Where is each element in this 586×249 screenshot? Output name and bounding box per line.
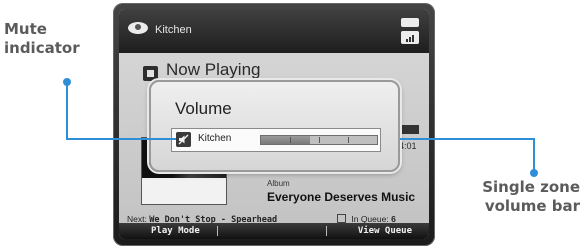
now-playing-title: Now Playing [166,60,261,79]
volume-tick [348,137,349,143]
album-label: Album [267,179,290,188]
callout-mute-indicator: Mute indicator [4,20,80,58]
softkey-bar: Play Mode View Queue [119,223,429,239]
volume-tick [290,137,291,143]
signal-icon [401,31,419,44]
battery-icon [401,18,419,27]
volume-popup: Volume Kitchen [149,80,400,172]
volume-title: Volume [175,99,232,118]
zone-speaker-icon [128,22,148,34]
time-elapsed: 4:01 [399,141,417,151]
now-playing-icon [143,66,158,81]
volume-zone-name: Kitchen [198,133,232,144]
mute-leader-horizontal [66,138,176,140]
title-bar: Kitchen [119,9,429,53]
volume-bar[interactable] [260,135,378,145]
callout-volume-line1: Single zone [482,178,580,196]
callout-volume-bar: Single zone volume bar [482,178,580,216]
softkey-separator [217,226,218,236]
view-queue-button[interactable]: View Queue [358,226,412,236]
volume-tick [319,137,320,143]
callout-volume-line2: volume bar [484,197,580,215]
callout-mute-line2: indicator [4,39,80,57]
volume-bar-fill [261,136,310,144]
softkey-separator [326,226,327,236]
mute-icon[interactable] [176,132,191,147]
volume-leader-horizontal [400,138,534,140]
zone-name: Kitchen [155,24,192,36]
mute-leader-vertical [66,82,68,139]
play-mode-button[interactable]: Play Mode [151,226,200,236]
mute-leader-dot [63,78,71,86]
callout-mute-line1: Mute [4,20,47,38]
album-name: Everyone Deserves Music [267,190,416,204]
volume-zone-row[interactable]: Kitchen [171,128,381,152]
volume-leader-dot [530,169,538,177]
volume-leader-vertical [533,138,535,172]
queue-checkbox-icon [337,214,346,223]
